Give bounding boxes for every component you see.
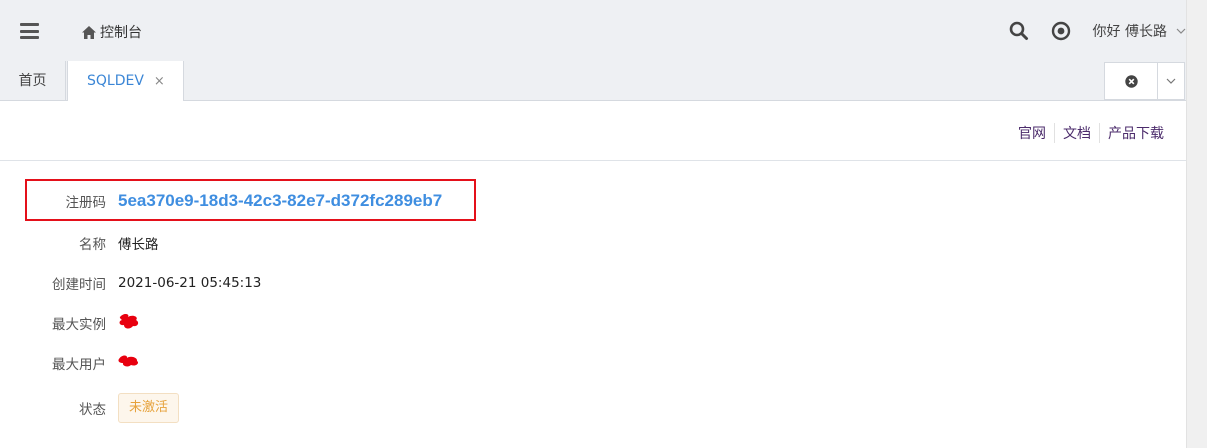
chevron-down-icon (1176, 28, 1186, 34)
target-icon[interactable] (1051, 21, 1071, 41)
redacted-value (118, 311, 142, 335)
field-registration: 注册码 5ea370e9-18d3-42c3-82e7-d372fc289eb7 (0, 190, 600, 212)
tab-sqldev[interactable]: SQLDEV × (67, 61, 184, 102)
breadcrumb-label: 控制台 (100, 25, 142, 41)
link-download[interactable]: 产品下载 (1099, 123, 1164, 143)
user-menu[interactable]: 你好 傅长路 (1093, 21, 1186, 41)
close-tabs-button[interactable] (1105, 63, 1158, 99)
tab-home[interactable]: 首页 (0, 61, 66, 101)
search-icon[interactable] (1009, 21, 1029, 41)
field-label: 状态 (79, 402, 106, 418)
divider (0, 160, 1186, 161)
tab-close-icon[interactable]: × (154, 74, 165, 89)
home-icon (82, 25, 96, 39)
field-created: 创建时间 2021-06-21 05:45:13 (0, 272, 600, 294)
field-label: 注册码 (65, 195, 107, 211)
field-label: 最大实例 (52, 317, 106, 333)
redacted-value (118, 351, 142, 375)
tab-bar: 首页 SQLDEV × (0, 61, 1186, 102)
redaction-scribble (118, 355, 139, 367)
breadcrumb[interactable]: 控制台 (82, 22, 142, 42)
field-label: 最大用户 (52, 357, 106, 373)
user-greeting: 你好 傅长路 (1092, 23, 1167, 40)
scrollbar[interactable] (1186, 0, 1207, 448)
tab-tools (1104, 62, 1185, 100)
field-value: 2021-06-21 05:45:13 (118, 275, 262, 291)
top-links: 官网 文档 产品下载 (1010, 123, 1164, 143)
menu-icon[interactable] (20, 23, 39, 39)
top-right-controls: 你好 傅长路 (1009, 0, 1186, 61)
field-value: 傅长路 (118, 237, 159, 253)
field-max-instances: 最大实例 (0, 312, 600, 334)
field-label: 创建时间 (52, 277, 106, 293)
close-circle-icon (1124, 74, 1138, 88)
registration-code: 5ea370e9-18d3-42c3-82e7-d372fc289eb7 (118, 191, 443, 210)
tab-sqldev-label: SQLDEV (87, 73, 144, 89)
tab-dropdown-button[interactable] (1158, 63, 1184, 99)
chevron-down-icon (1166, 78, 1176, 84)
field-max-users: 最大用户 (0, 352, 600, 374)
field-status: 状态 未激活 (0, 392, 600, 424)
field-name: 名称 傅长路 (0, 232, 600, 254)
redaction-scribble (119, 313, 139, 329)
top-navbar: 控制台 你好 傅长路 (0, 0, 1186, 61)
status-badge: 未激活 (118, 393, 180, 423)
link-official-site[interactable]: 官网 (1010, 123, 1054, 143)
field-label: 名称 (79, 237, 106, 253)
status-cell: 未激活 (118, 393, 180, 423)
content-area: 官网 文档 产品下载 注册码 5ea370e9-18d3-42c3-82e7-d… (0, 101, 1186, 448)
link-docs[interactable]: 文档 (1054, 123, 1099, 143)
